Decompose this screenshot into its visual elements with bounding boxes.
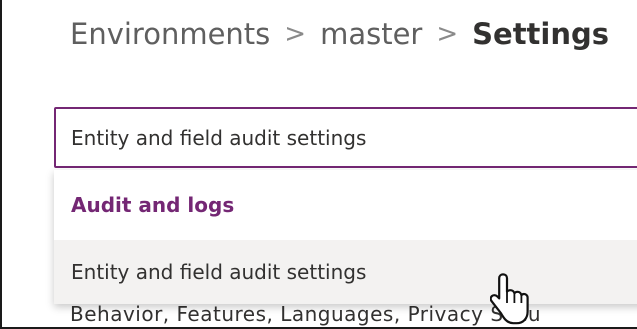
- breadcrumb-separator: >: [436, 19, 459, 49]
- breadcrumb-settings: Settings: [472, 17, 610, 51]
- search-box[interactable]: [54, 107, 637, 168]
- hand-pointer-icon: [490, 273, 529, 325]
- breadcrumb-master[interactable]: master: [320, 17, 422, 51]
- search-suggestions-dropdown: Audit and logs Entity and field audit se…: [54, 170, 637, 304]
- suggestion-option-entity-field-audit[interactable]: Entity and field audit settings: [54, 240, 637, 304]
- search-input[interactable]: [71, 109, 631, 166]
- breadcrumb: Environments > master > Settings: [70, 14, 609, 54]
- breadcrumb-environments[interactable]: Environments: [70, 17, 270, 51]
- app-frame: Environments > master > Settings Behavio…: [0, 0, 637, 329]
- suggestion-group-header: Audit and logs: [71, 193, 235, 217]
- breadcrumb-separator: >: [284, 19, 307, 49]
- settings-links-partial: Behavior, Features, Languages, Privacy S…: [70, 302, 542, 326]
